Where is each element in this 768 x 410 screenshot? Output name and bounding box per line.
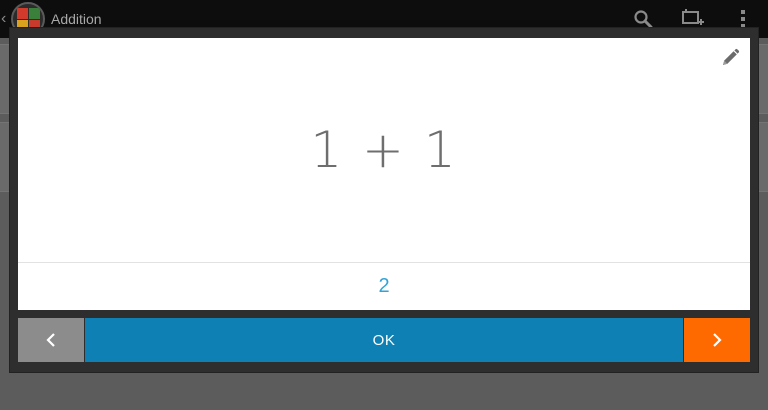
chevron-left-icon xyxy=(46,333,55,347)
app-screen: ‹ Addition 1 + 1 2 OK xyxy=(0,0,768,410)
answer-text: 2 xyxy=(378,275,390,297)
flashcard: 1 + 1 2 xyxy=(18,38,750,310)
up-navigation-icon[interactable]: ‹ xyxy=(1,10,9,28)
chevron-right-icon xyxy=(713,333,722,347)
previous-button[interactable] xyxy=(18,318,84,362)
navigation-buttons: OK xyxy=(18,318,750,362)
next-button[interactable] xyxy=(684,318,750,362)
flashcard-dialog: 1 + 1 2 OK xyxy=(10,28,758,372)
ok-button[interactable]: OK xyxy=(85,318,683,362)
app-title: Addition xyxy=(51,11,102,27)
question-text: 1 + 1 xyxy=(310,121,458,179)
